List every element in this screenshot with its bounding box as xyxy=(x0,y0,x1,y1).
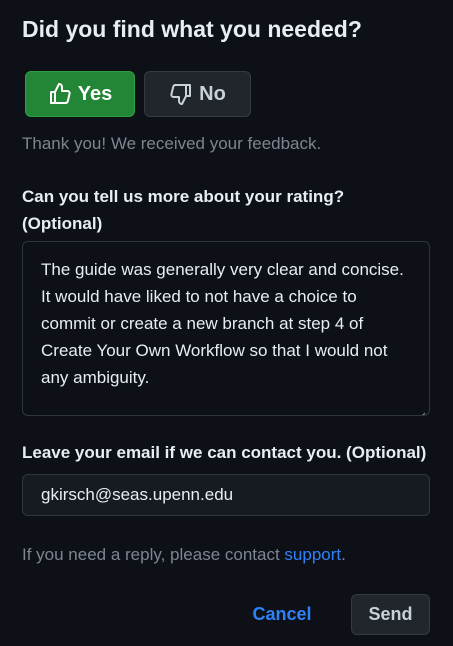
support-link[interactable]: support xyxy=(284,545,341,564)
yes-button[interactable]: Yes xyxy=(25,71,135,117)
help-text: If you need a reply, please contact supp… xyxy=(22,545,346,565)
feedback-title: Did you find what you needed? xyxy=(22,16,362,42)
email-label: Leave your email if we can contact you. … xyxy=(22,443,427,462)
rating-label-line1: Can you tell us more about your rating? xyxy=(22,187,345,206)
rating-comment-text: The guide was generally very clear and c… xyxy=(41,260,404,387)
yes-button-label: Yes xyxy=(77,82,113,105)
cancel-button[interactable]: Cancel xyxy=(243,594,321,634)
email-field[interactable] xyxy=(22,474,430,516)
no-button-label: No xyxy=(199,82,226,105)
thumbs-up-icon xyxy=(48,82,72,106)
vote-button-group: Yes No xyxy=(25,71,251,117)
resize-handle-icon[interactable] xyxy=(416,402,426,415)
rating-comment-label: Can you tell us more about your rating? … xyxy=(22,183,442,237)
thumbs-down-icon xyxy=(169,82,193,106)
feedback-panel: Did you find what you needed? Yes No Tha… xyxy=(0,0,453,646)
send-button[interactable]: Send xyxy=(351,594,430,635)
thanks-message: Thank you! We received your feedback. xyxy=(22,134,322,153)
help-suffix: . xyxy=(341,545,346,564)
rating-label-line2: (Optional) xyxy=(22,214,103,233)
rating-comment-textarea[interactable]: The guide was generally very clear and c… xyxy=(22,241,430,416)
help-prefix: If you need a reply, please contact xyxy=(22,545,285,564)
no-button[interactable]: No xyxy=(144,71,251,117)
